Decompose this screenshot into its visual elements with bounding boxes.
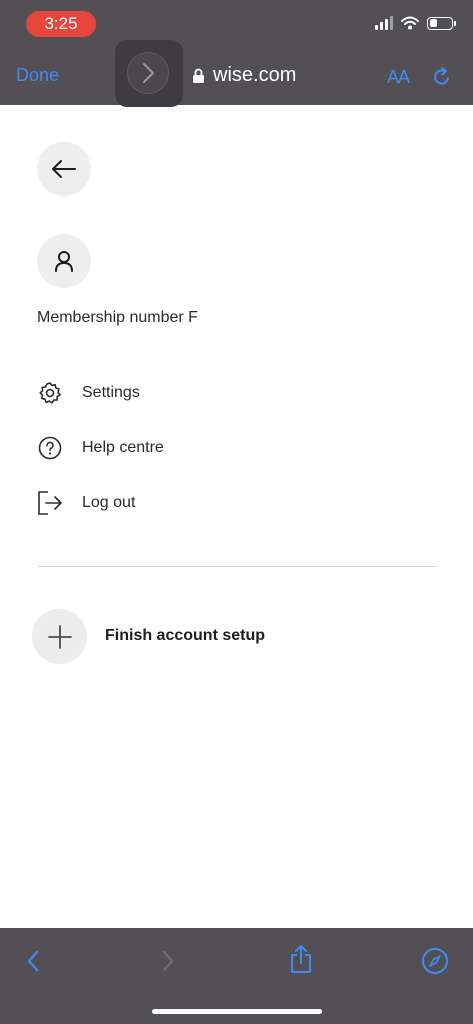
avatar[interactable] [37,234,91,288]
chevron-left-icon[interactable] [25,949,41,973]
redacted-area [198,290,348,346]
finish-setup-button[interactable] [32,609,87,664]
url-domain: wise.com [213,64,297,86]
cellular-signal-icon [375,16,393,30]
chevron-right-icon [127,52,169,94]
text-size-button[interactable]: AA [387,67,410,88]
back-button[interactable] [37,142,91,196]
menu-item-help-centre[interactable]: Help centre [37,435,164,461]
question-circle-icon [37,435,63,461]
gear-icon [37,380,63,406]
divider [37,566,437,567]
user-icon [55,251,73,272]
forward-overlay[interactable] [115,40,183,107]
home-indicator [152,1009,322,1014]
menu-item-log-out[interactable]: Log out [37,490,135,516]
status-time: 3:25 [26,11,96,37]
share-icon[interactable] [289,944,313,974]
menu-item-label: Log out [82,494,136,511]
arrow-left-icon [52,160,76,178]
finish-setup-label[interactable]: Finish account setup [105,627,265,645]
done-button[interactable]: Done [16,65,59,86]
lock-icon [193,68,204,83]
menu-item-label: Settings [82,384,140,401]
address-bar[interactable]: wise.com [192,64,296,87]
membership-number: Membership number F [37,309,198,326]
reload-icon[interactable] [431,66,453,88]
logout-icon [37,490,63,516]
menu-item-label: Help centre [82,439,164,456]
plus-icon [47,624,72,649]
status-icons [375,16,456,30]
text-size-label: AA [387,67,410,87]
battery-icon [427,16,456,30]
browser-top-bar: 3:25 Done wise.com AA [0,0,473,107]
menu-item-settings[interactable]: Settings [37,380,140,406]
chevron-right-icon[interactable] [160,949,176,973]
compass-icon[interactable] [421,947,449,975]
wifi-icon [401,16,419,30]
